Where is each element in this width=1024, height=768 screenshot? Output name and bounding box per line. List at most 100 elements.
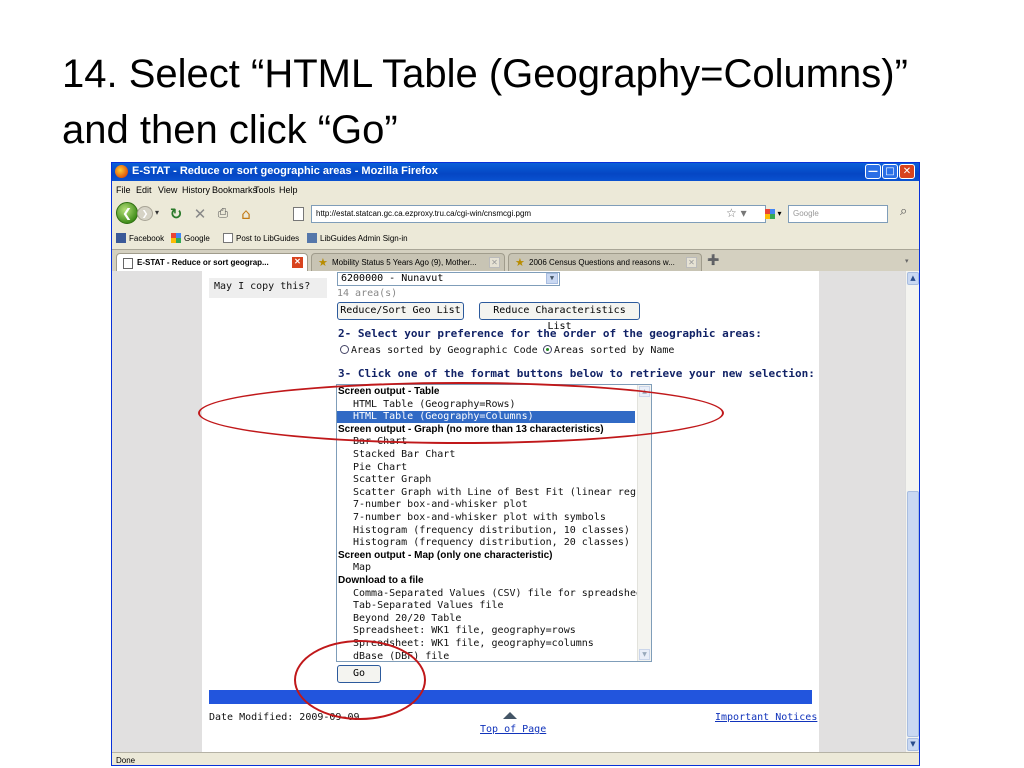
listbox-option[interactable]: Stacked Bar Chart <box>337 449 635 461</box>
listbox-option[interactable]: Spreadsheet: WK1 file, geography=rows <box>337 625 635 637</box>
reload-icon[interactable]: ↻ <box>167 205 185 223</box>
tab-label: 2006 Census Questions and reasons w... <box>529 258 675 267</box>
search-magnifier-icon[interactable]: ⌕ <box>900 204 907 219</box>
listbox-group-header: Download to a file <box>338 575 424 586</box>
listbox-option[interactable]: Scatter Graph with Line of Best Fit (lin… <box>337 487 651 499</box>
date-modified: Date Modified: 2009-09-09 <box>209 712 360 723</box>
listbox-option[interactable]: Histogram (frequency distribution, 20 cl… <box>337 537 635 549</box>
reduce-geo-button[interactable]: Reduce/Sort Geo List <box>337 302 464 320</box>
tab-mobility-status[interactable]: ★ Mobility Status 5 Years Ago (9), Mothe… <box>311 253 505 272</box>
page-icon <box>293 207 304 221</box>
home-icon[interactable]: ⌂ <box>237 205 255 223</box>
search-input[interactable]: Google <box>788 205 888 223</box>
radio-label: Areas sorted by Geographic Code <box>351 345 538 356</box>
close-tab-icon[interactable]: ✕ <box>686 257 697 268</box>
bookmark-star-icon[interactable]: ☆ ▾ <box>726 206 747 220</box>
listbox-scrollbar[interactable]: ▲ ▼ <box>637 385 651 661</box>
reduce-characteristics-button[interactable]: Reduce Characteristics List <box>479 302 640 332</box>
tab-census-questions[interactable]: ★ 2006 Census Questions and reasons w...… <box>508 253 702 272</box>
listbox-option[interactable]: 7-number box-and-whisker plot with symbo… <box>337 512 635 524</box>
minimize-button[interactable]: — <box>865 164 881 179</box>
listbox-option[interactable]: Comma-Separated Values (CSV) file for sp… <box>337 588 648 600</box>
radio-geographic-code[interactable]: Areas sorted by Geographic Code <box>340 345 538 356</box>
google-icon <box>171 233 181 243</box>
listbox-option[interactable]: HTML Table (Geography=Rows) <box>337 399 635 411</box>
window-title: E-STAT - Reduce or sort geographic areas… <box>132 165 438 177</box>
listbox-option[interactable]: Histogram (frequency distribution, 10 cl… <box>337 525 635 537</box>
slide-title: 14. Select “HTML Table (Geography=Column… <box>62 46 992 158</box>
bookmark-facebook[interactable]: Facebook <box>116 233 164 243</box>
menu-history[interactable]: History <box>182 185 210 195</box>
format-listbox[interactable]: Screen output - Table HTML Table (Geograp… <box>336 384 652 662</box>
radio-label: Areas sorted by Name <box>554 345 675 356</box>
top-of-page-link[interactable]: Top of Page <box>480 724 546 735</box>
tab-bar: E-STAT - Reduce or sort geograp... ✕ ★ M… <box>112 249 919 272</box>
important-notices-link[interactable]: Important Notices <box>715 712 817 723</box>
menu-help[interactable]: Help <box>279 185 298 195</box>
chevron-down-icon[interactable]: ▼ <box>546 273 558 284</box>
bookmark-label: Post to LibGuides <box>236 234 300 243</box>
menu-tools[interactable]: Tools <box>254 185 275 195</box>
forward-arrow-icon[interactable]: ❯ <box>137 206 153 221</box>
bookmark-post-libguides[interactable]: Post to LibGuides <box>223 233 299 243</box>
menu-view[interactable]: View <box>158 185 177 195</box>
listbox-option[interactable]: Scatter Graph <box>337 474 635 486</box>
scroll-down-icon[interactable]: ▼ <box>907 738 919 751</box>
search-engine-selector[interactable]: ▾ <box>765 205 787 223</box>
browser-window: E-STAT - Reduce or sort geographic areas… <box>111 162 920 766</box>
listbox-group-header: Screen output - Table <box>338 386 440 397</box>
listbox-option[interactable]: Map <box>337 562 635 574</box>
geography-select[interactable]: 6200000 - Nunavut ▼ <box>337 272 560 286</box>
status-bar: Done <box>112 752 919 765</box>
window-titlebar: E-STAT - Reduce or sort geographic areas… <box>112 163 919 181</box>
scrollbar-thumb[interactable] <box>907 491 919 737</box>
bookmark-label: Google <box>184 234 210 243</box>
print-icon[interactable]: ⎙ <box>214 205 232 223</box>
radio-off-icon[interactable] <box>340 345 349 354</box>
close-tab-icon[interactable]: ✕ <box>489 257 500 268</box>
tab-list-icon[interactable]: ▾ <box>905 257 909 265</box>
scroll-up-icon[interactable]: ▲ <box>907 272 919 285</box>
facebook-icon <box>116 233 126 243</box>
up-arrow-icon[interactable] <box>503 712 517 719</box>
page-scrollbar[interactable]: ▲ ▼ <box>905 271 919 752</box>
bookmark-label: Facebook <box>129 234 165 243</box>
tab-estat[interactable]: E-STAT - Reduce or sort geograp... ✕ <box>116 253 308 272</box>
radio-name[interactable]: Areas sorted by Name <box>543 345 674 356</box>
menu-file[interactable]: File <box>116 185 131 195</box>
go-button[interactable]: Go <box>337 665 381 683</box>
new-tab-icon[interactable]: ➕ <box>707 255 719 266</box>
history-dropdown-icon[interactable]: ▾ <box>155 208 159 217</box>
bookmark-google[interactable]: Google <box>171 233 210 243</box>
listbox-option[interactable]: Spreadsheet: WK1 file, geography=columns <box>337 638 635 650</box>
page-viewport: May I copy this? 6200000 - Nunavut ▼ 14 … <box>112 271 905 752</box>
scroll-up-icon[interactable]: ▲ <box>639 386 650 397</box>
statcan-icon: ★ <box>318 257 328 269</box>
stop-icon[interactable]: ✕ <box>191 205 209 223</box>
tab-label: Mobility Status 5 Years Ago (9), Mother.… <box>332 258 477 267</box>
listbox-option[interactable]: 7-number box-and-whisker plot <box>337 499 635 511</box>
scroll-down-icon[interactable]: ▼ <box>639 649 650 660</box>
back-arrow-icon[interactable]: ❮ <box>116 202 138 224</box>
geography-select-value: 6200000 - Nunavut <box>341 273 444 284</box>
format-heading: 3- Click one of the format buttons below… <box>338 367 815 380</box>
page-icon <box>123 258 133 269</box>
maximize-button[interactable]: □ <box>882 164 898 179</box>
listbox-option[interactable]: HTML Table (Geography=Columns) <box>337 411 635 424</box>
close-button[interactable]: ✕ <box>899 164 915 179</box>
listbox-group-header: Screen output - Map (only one characteri… <box>338 549 553 561</box>
url-input[interactable]: http://estat.statcan.gc.ca.ezproxy.tru.c… <box>311 205 766 223</box>
listbox-option[interactable]: Tab-Separated Values file <box>337 600 635 612</box>
copy-question-link[interactable]: May I copy this? <box>209 278 327 298</box>
menu-bookmarks[interactable]: Bookmarks <box>212 185 257 195</box>
close-tab-icon[interactable]: ✕ <box>292 257 303 268</box>
listbox-option[interactable]: dBase (DBF) file <box>337 651 635 661</box>
bookmark-libguides-admin[interactable]: LibGuides Admin Sign-in <box>307 233 408 243</box>
statcan-icon: ★ <box>515 257 525 269</box>
menu-edit[interactable]: Edit <box>136 185 152 195</box>
tab-label: E-STAT - Reduce or sort geograp... <box>137 258 269 267</box>
listbox-option[interactable]: Beyond 20/20 Table <box>337 613 635 625</box>
listbox-option[interactable]: Bar Chart <box>337 436 635 448</box>
radio-on-icon[interactable] <box>543 345 552 354</box>
listbox-option[interactable]: Pie Chart <box>337 462 635 474</box>
